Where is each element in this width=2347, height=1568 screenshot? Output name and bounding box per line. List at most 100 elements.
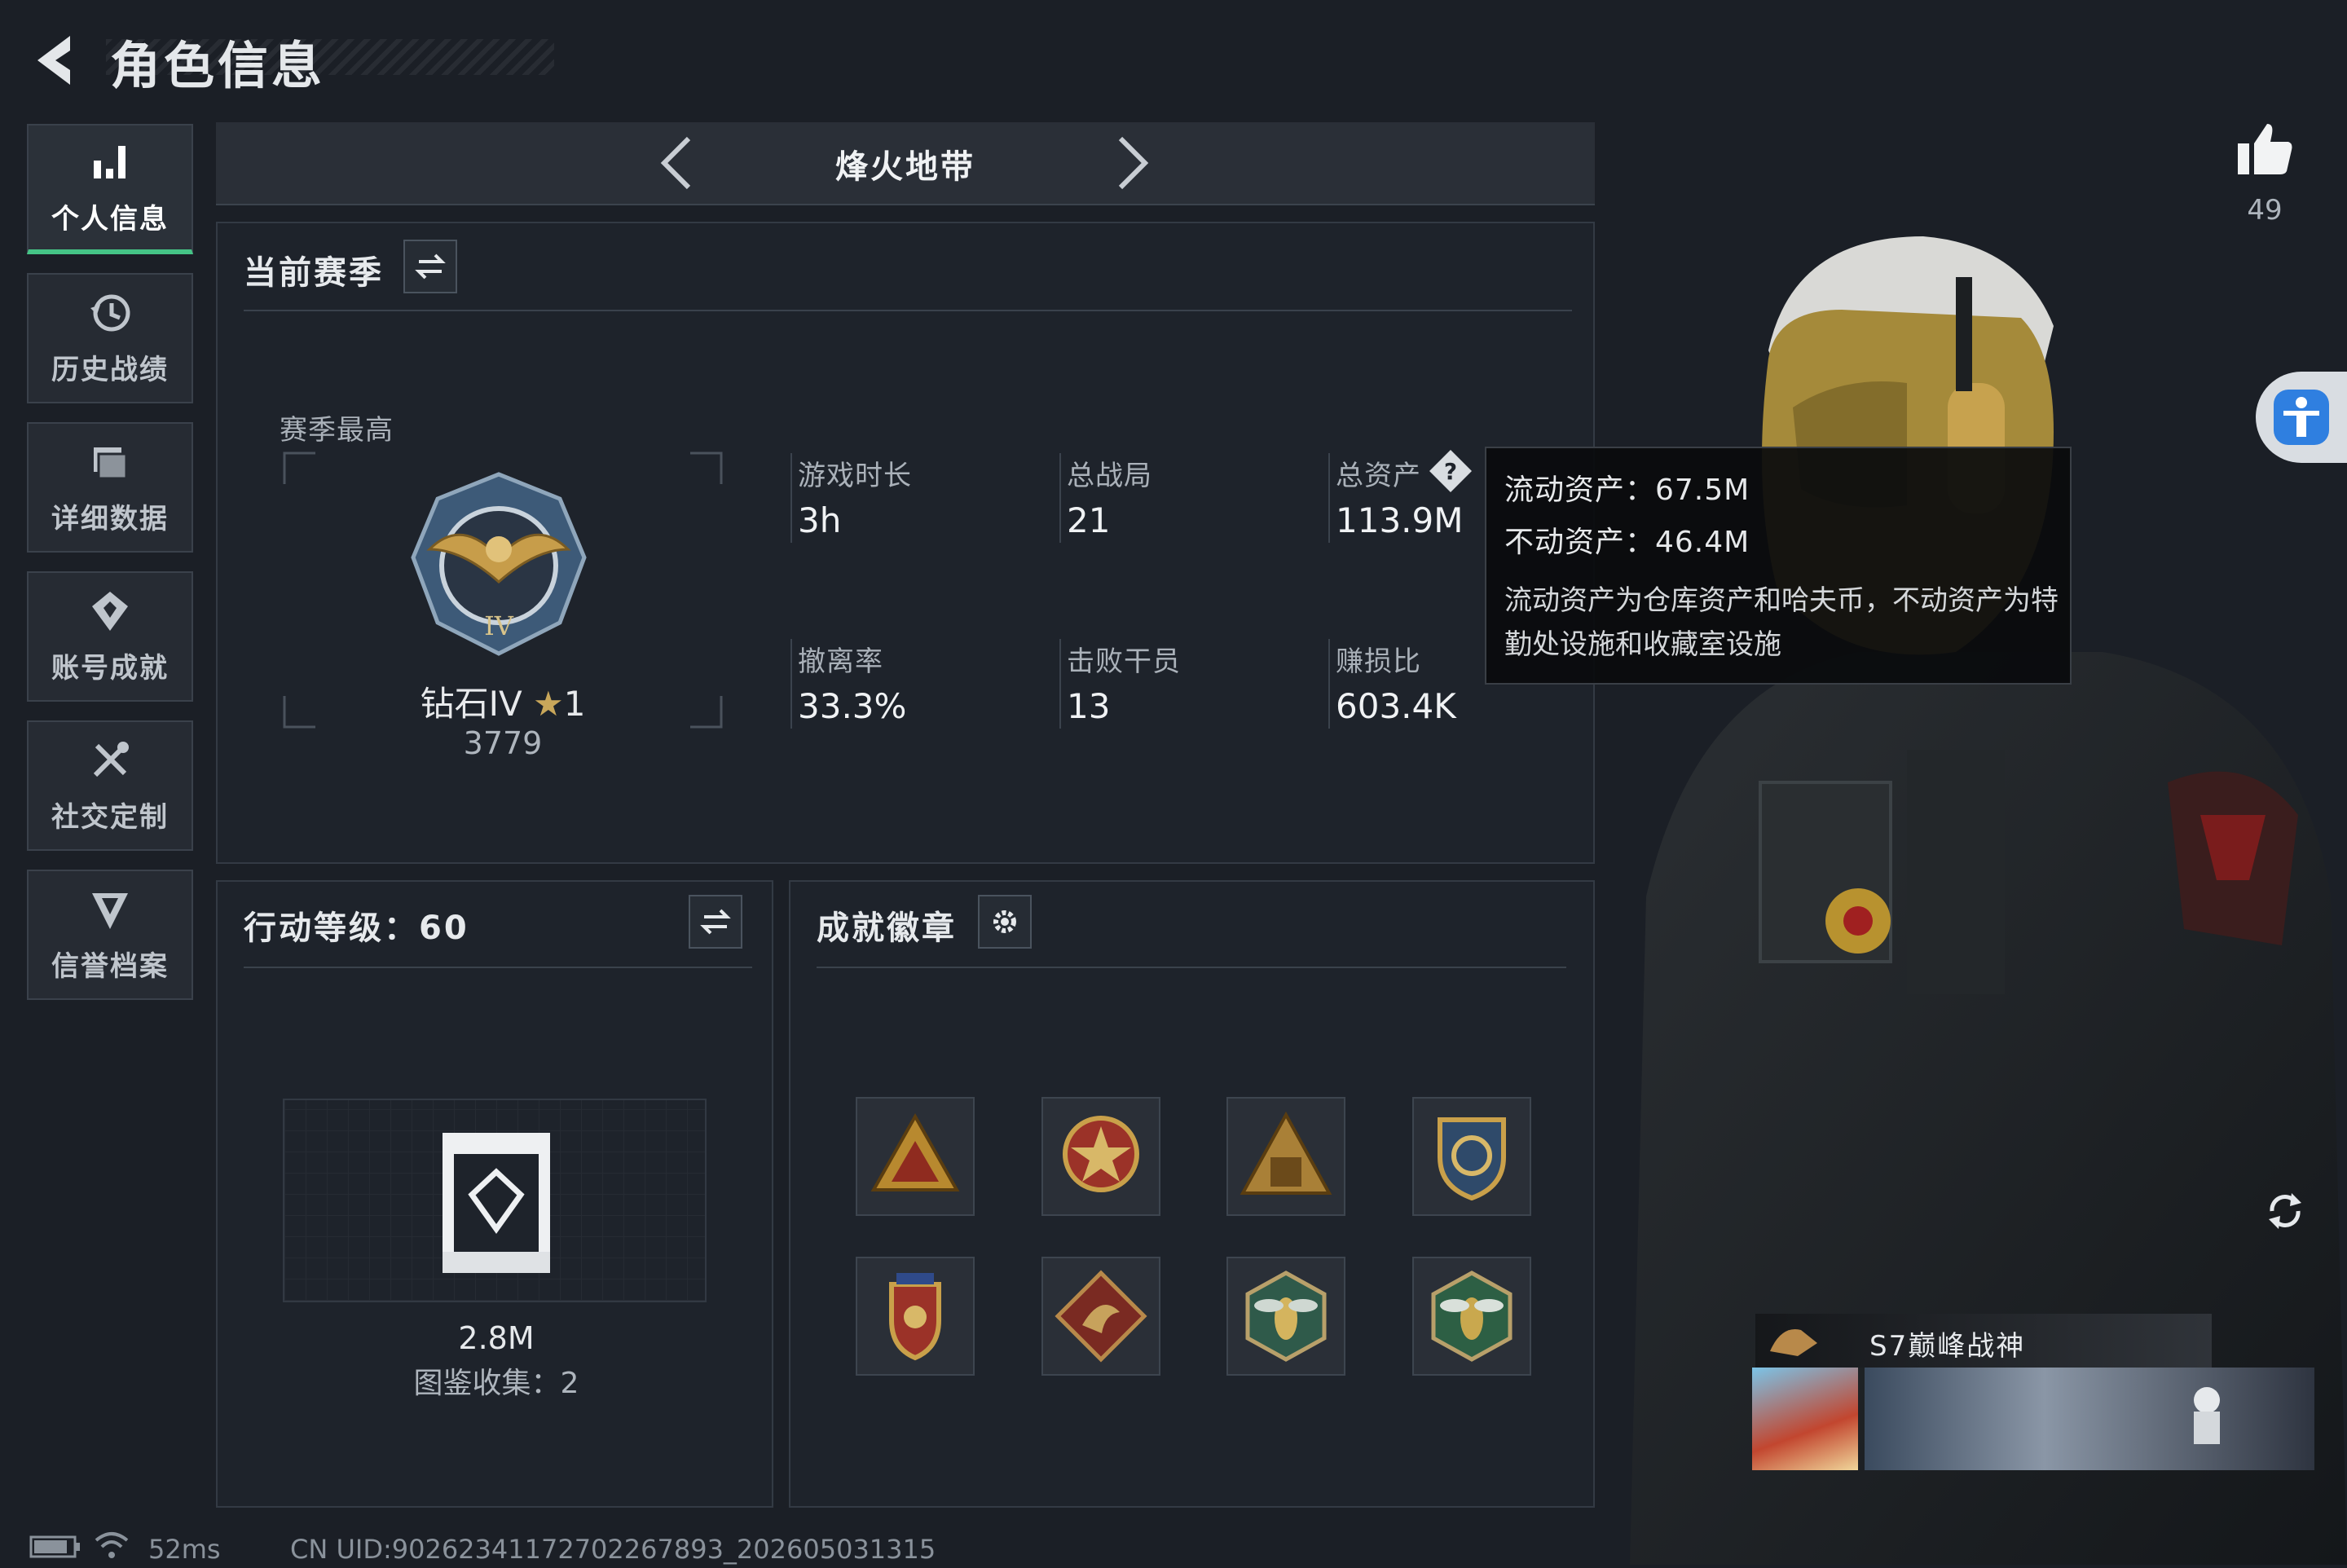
player-uid: CN UID:902623411727022678​93_20260503131… bbox=[290, 1534, 936, 1565]
back-button[interactable] bbox=[28, 31, 85, 90]
rank-name: 钻石IV bbox=[420, 684, 522, 724]
sidebar-item-label: 账号成就 bbox=[51, 651, 169, 685]
season-section-title: 当前赛季 bbox=[244, 254, 384, 292]
tooltip-description: 流动资产为仓库资产和哈夫币，不动资产为特勤处设施和收藏室设施 bbox=[1504, 584, 2059, 661]
tooltip-fixed-assets: 不动资产：46.4M bbox=[1504, 526, 1750, 559]
stat-value-profit-loss-ratio: 603.4K bbox=[1336, 686, 1456, 726]
divider bbox=[790, 453, 792, 543]
badge-8[interactable] bbox=[1412, 1257, 1531, 1376]
sidebar-item-label: 详细数据 bbox=[51, 502, 169, 535]
badge-4[interactable] bbox=[1412, 1097, 1531, 1216]
history-clock-icon bbox=[90, 294, 130, 331]
svg-text:?: ? bbox=[1444, 458, 1457, 485]
divider bbox=[817, 967, 1566, 968]
season-title-banner[interactable]: S7巅峰战神 bbox=[1755, 1314, 2212, 1368]
page-title: 角色信息 bbox=[110, 36, 326, 95]
season-title-text: S7巅峰战神 bbox=[1869, 1330, 2026, 1363]
card-thumbnail-1[interactable] bbox=[1752, 1368, 1858, 1470]
sidebar-item-personal-info[interactable]: 个人信息 bbox=[27, 124, 193, 254]
badge-7[interactable] bbox=[1226, 1257, 1345, 1376]
wasp-hex-badge-green-icon bbox=[1431, 1271, 1513, 1362]
collection-value: 2.8M bbox=[458, 1320, 535, 1356]
sidebar-item-label: 信誉档案 bbox=[51, 949, 169, 983]
accessibility-button[interactable] bbox=[2256, 372, 2347, 463]
action-level-switch-button[interactable] bbox=[689, 895, 742, 949]
stat-value-total-assets: 113.9M bbox=[1336, 500, 1464, 540]
card-thumbnail-2[interactable] bbox=[1865, 1368, 2314, 1470]
sidebar-item-history[interactable]: 历史战绩 bbox=[27, 273, 193, 403]
badge-3[interactable] bbox=[1226, 1097, 1345, 1216]
stat-value-extraction-rate: 33.3% bbox=[798, 686, 907, 726]
divider bbox=[244, 310, 1572, 311]
badges-panel: 成就徽章 bbox=[789, 880, 1595, 1508]
action-level-title: 行动等级：60 bbox=[244, 910, 469, 947]
badges-title: 成就徽章 bbox=[817, 910, 957, 947]
divider bbox=[790, 639, 792, 729]
sidebar-item-reputation[interactable]: 信誉档案 bbox=[27, 870, 193, 1000]
stat-label-total-matches: 总战局 bbox=[1067, 460, 1152, 492]
back-arrow-icon bbox=[37, 36, 70, 85]
badges-settings-button[interactable] bbox=[978, 895, 1032, 949]
triangle-figure-badge-icon bbox=[1240, 1111, 1332, 1195]
stat-label-total-assets: 总资产 bbox=[1336, 460, 1421, 492]
divider bbox=[1059, 453, 1061, 543]
divider bbox=[1328, 453, 1330, 543]
divider bbox=[1059, 639, 1061, 729]
astronaut-icon bbox=[2194, 1387, 2220, 1444]
sidebar-item-achievements[interactable]: 账号成就 bbox=[27, 571, 193, 702]
gear-icon bbox=[993, 910, 1016, 933]
wifi-icon bbox=[95, 1532, 129, 1558]
ping-value: 52ms bbox=[148, 1534, 221, 1565]
accessibility-icon bbox=[2274, 390, 2329, 445]
season-switch-button[interactable] bbox=[403, 240, 457, 293]
bar-chart-icon bbox=[94, 145, 125, 178]
stat-label-extraction-rate: 撤离率 bbox=[798, 645, 883, 678]
collection-display[interactable] bbox=[283, 1099, 707, 1302]
stat-value-total-matches: 21 bbox=[1067, 500, 1111, 540]
rank-star-icon: ★ bbox=[533, 684, 564, 724]
divider bbox=[1328, 639, 1330, 729]
like-button[interactable] bbox=[2235, 119, 2295, 179]
divider bbox=[244, 967, 752, 968]
badge-1[interactable] bbox=[856, 1097, 975, 1216]
like-count: 49 bbox=[2247, 194, 2283, 227]
achievement-icon bbox=[92, 591, 128, 631]
winged-shield-icon bbox=[889, 1273, 941, 1361]
battery-icon bbox=[29, 1535, 80, 1558]
star-medal-icon bbox=[1063, 1116, 1139, 1192]
rank-display: 钻石IV ★1 bbox=[405, 676, 601, 726]
dragon-badge-icon bbox=[1055, 1270, 1147, 1363]
diamond-rank-emblem-icon: IV bbox=[411, 472, 587, 656]
swap-icon bbox=[415, 253, 446, 280]
next-mode-button[interactable] bbox=[1112, 134, 1153, 192]
stat-label-profit-loss-ratio: 赚损比 bbox=[1336, 645, 1421, 678]
rank-points: 3779 bbox=[463, 725, 543, 761]
collection-case-icon bbox=[443, 1133, 550, 1273]
mode-selector: 烽火地带 bbox=[216, 122, 1595, 205]
stat-label-operators-killed: 击败干员 bbox=[1067, 645, 1181, 678]
stat-value-play-time: 3h bbox=[798, 500, 842, 540]
badge-6[interactable] bbox=[1041, 1257, 1160, 1376]
reputation-icon bbox=[92, 892, 128, 929]
rank-star-count: 1 bbox=[563, 684, 586, 724]
wasp-hex-badge-icon bbox=[1245, 1271, 1327, 1362]
collection-count: 图鉴收集：2 bbox=[413, 1367, 579, 1400]
season-best-label: 赛季最高 bbox=[280, 414, 394, 447]
swap-icon bbox=[700, 909, 731, 935]
sidebar-item-label: 历史战绩 bbox=[51, 353, 169, 386]
wolf-emblem-icon bbox=[1770, 1329, 1817, 1356]
asset-tooltip: 流动资产：67.5M 不动资产：46.4M 流动资产为仓库资产和哈夫币，不动资产… bbox=[1485, 447, 2072, 685]
mode-title: 烽火地带 bbox=[835, 148, 975, 186]
action-level-panel: 行动等级：60 2.8M 图鉴收集：2 bbox=[216, 880, 773, 1508]
sidebar-item-social-custom[interactable]: 社交定制 bbox=[27, 720, 193, 851]
badge-2[interactable] bbox=[1041, 1097, 1160, 1216]
season-panel: 当前赛季 赛季最高 IV 钻石IV ★1 3779 游戏时长 3h 总战局 21… bbox=[216, 222, 1595, 864]
stat-value-operators-killed: 13 bbox=[1067, 686, 1111, 726]
svg-text:IV: IV bbox=[484, 610, 514, 641]
asset-help-icon[interactable]: ? bbox=[1428, 448, 1473, 494]
sidebar-item-detailed-data[interactable]: 详细数据 bbox=[27, 422, 193, 553]
sidebar-item-label: 个人信息 bbox=[51, 202, 169, 236]
rotate-view-icon[interactable] bbox=[2262, 1188, 2308, 1234]
badge-5[interactable] bbox=[856, 1257, 975, 1376]
folder-data-icon bbox=[94, 447, 128, 479]
